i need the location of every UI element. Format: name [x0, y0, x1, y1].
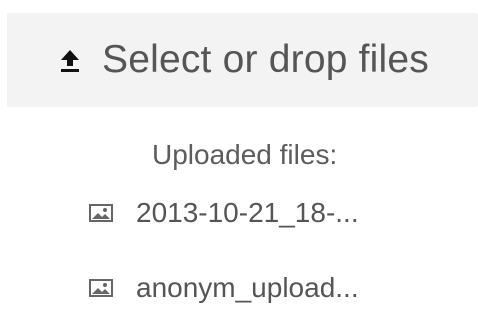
uploaded-file-name: 2013-10-21_18-...	[136, 197, 359, 228]
image-icon	[88, 202, 114, 224]
uploaded-file-item[interactable]: anonym_upload...	[88, 272, 359, 304]
upload-icon	[56, 46, 84, 74]
uploaded-file-name: anonym_upload...	[136, 272, 359, 303]
uploaded-file-item[interactable]: 2013-10-21_18-...	[88, 197, 359, 229]
upload-button-label: Select or drop files	[102, 38, 429, 81]
uploaded-files-heading: Uploaded files:	[152, 139, 338, 170]
image-icon	[88, 277, 114, 299]
select-or-drop-files-button[interactable]: Select or drop files	[7, 13, 478, 107]
